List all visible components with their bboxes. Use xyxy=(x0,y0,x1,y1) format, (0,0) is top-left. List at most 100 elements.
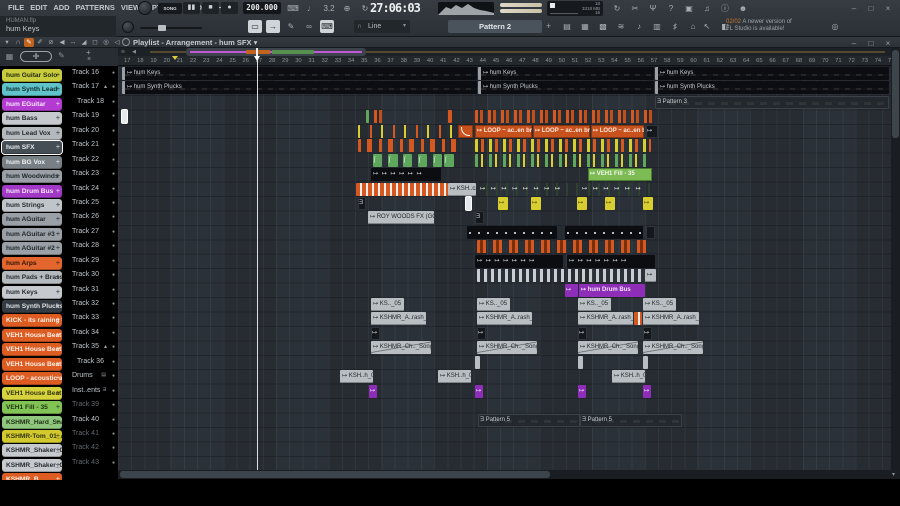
track-header[interactable]: Track 23 ● xyxy=(64,167,118,181)
shuffle-knob[interactable] xyxy=(138,1,152,15)
tempo-tap-icon[interactable]: ♪ xyxy=(632,20,646,33)
drag-handle-icon[interactable]: + xyxy=(56,69,60,82)
hscroll-thumb[interactable] xyxy=(120,471,550,478)
track-mute-led[interactable]: ● xyxy=(112,229,115,235)
clip[interactable] xyxy=(458,124,473,138)
menu-edit[interactable]: EDIT xyxy=(30,3,47,12)
track-mute-led[interactable]: ● xyxy=(112,171,115,177)
save-icon[interactable]: ▣ xyxy=(682,2,696,15)
midi-icon[interactable]: ♫ xyxy=(700,2,714,15)
clip[interactable]: ↦ xyxy=(565,283,578,297)
track-mute-led[interactable]: ● xyxy=(112,460,115,466)
help-icon[interactable]: ? xyxy=(664,2,678,15)
clip[interactable]: ʃ xyxy=(388,153,398,167)
play-button[interactable]: ▮▮ xyxy=(183,2,200,14)
picker-item[interactable]: hum Guitar Solo + xyxy=(2,69,62,82)
drag-handle-icon[interactable]: + xyxy=(56,358,60,371)
clip[interactable]: ↦ VEH1 Fill - 35 xyxy=(588,168,652,182)
picker-item[interactable]: hum Woodwinds + xyxy=(2,170,62,184)
drag-handle-icon[interactable]: + xyxy=(56,416,60,429)
drag-handle-icon[interactable]: + xyxy=(56,213,60,226)
clip[interactable]: ↦ xyxy=(369,384,377,398)
home-icon[interactable]: ⌂ xyxy=(686,20,700,33)
clip[interactable] xyxy=(477,240,652,254)
track-header[interactable]: Track 36 ● xyxy=(64,355,118,369)
typing-piano-icon[interactable]: ⌨ xyxy=(320,20,334,33)
mute-tool-icon[interactable]: ◀ xyxy=(57,38,67,47)
clip[interactable]: ↦ hum Synth Plucks xyxy=(122,81,477,95)
picker-item[interactable]: hum AGuitar + xyxy=(2,213,62,227)
clip[interactable]: ↦ KSHMR_A..rash_09 xyxy=(578,312,633,326)
drag-handle-icon[interactable]: + xyxy=(56,314,60,327)
gesture-icon[interactable]: ↖ xyxy=(700,20,714,33)
track-mute-led[interactable]: ● xyxy=(112,402,115,408)
track-mute-led[interactable]: ● xyxy=(112,214,115,220)
picker-item[interactable]: hum Strings + xyxy=(2,198,62,212)
picker-item[interactable]: VEH1 House Beat - 2..+ xyxy=(2,357,62,371)
clip[interactable]: ↦ xyxy=(645,269,656,283)
playlist-icon[interactable]: ▩ xyxy=(596,20,610,33)
playlist-window-close-icon[interactable]: × xyxy=(882,39,894,48)
menu-file[interactable]: FILE xyxy=(8,3,24,12)
clip[interactable] xyxy=(358,139,462,153)
track-mute-led[interactable]: ● xyxy=(112,157,115,163)
clip[interactable]: ʃ xyxy=(403,153,412,167)
track-mute-led[interactable]: ● xyxy=(112,84,115,90)
drag-handle-icon[interactable]: + xyxy=(56,141,60,154)
clip[interactable]: ↦ KSHMR_Ch.._Song_02 xyxy=(477,341,537,355)
track-mute-led[interactable]: ● xyxy=(112,359,115,365)
drag-handle-icon[interactable]: + xyxy=(56,459,60,472)
playlist-window-maximize-icon[interactable]: □ xyxy=(865,39,877,48)
picker-item[interactable]: hum AGuitar #2 + xyxy=(2,242,62,256)
countin-icon[interactable]: 3.2 xyxy=(322,2,336,15)
picker-filter-button[interactable]: ✛ xyxy=(20,51,52,62)
playlist-title[interactable]: Playlist - Arrangement - hum SFX ▾ xyxy=(122,38,257,47)
clip[interactable] xyxy=(475,139,651,153)
picker-item[interactable]: KICK - its raining tons+ xyxy=(2,314,62,328)
drag-handle-icon[interactable]: + xyxy=(56,271,60,284)
stop-button[interactable]: ■ xyxy=(202,2,219,14)
timeline-ruler[interactable]: 17 18 19 20 21 22 23 24 25 26 27 28 29 30 31 32 33 34 35 36… xyxy=(118,56,891,66)
clip[interactable]: ↦ KSHMR_A..rash_09 xyxy=(371,312,426,326)
window-minimize-icon[interactable]: – xyxy=(848,4,860,13)
clip[interactable]: ↦ xyxy=(646,124,658,138)
clip[interactable]: ʃ xyxy=(418,153,427,167)
track-header[interactable]: Drums ▤ ● xyxy=(64,369,118,383)
sync-icon[interactable]: ↻ xyxy=(610,2,624,15)
preview-tool-icon[interactable]: ◁ xyxy=(112,38,122,47)
drag-handle-icon[interactable]: + xyxy=(56,473,60,480)
clip[interactable] xyxy=(646,225,655,239)
clip[interactable] xyxy=(565,225,643,239)
picker-item[interactable]: KSHMR_Shaker_01_B+ xyxy=(2,458,62,472)
clip[interactable] xyxy=(374,110,386,124)
clip[interactable]: ʃ xyxy=(444,153,454,167)
clip[interactable]: ↦ hum Synth Plucks xyxy=(478,81,654,95)
clip[interactable] xyxy=(356,182,448,196)
clip[interactable] xyxy=(643,355,648,369)
menu-add[interactable]: ADD xyxy=(53,3,69,12)
clip[interactable]: ↦ xyxy=(498,196,508,210)
clip[interactable]: ↦ KSHMR_A..rash_09 xyxy=(477,312,532,326)
user-icon[interactable]: ☻ xyxy=(736,2,750,15)
clip[interactable]: ↦ hum Keys xyxy=(122,67,477,80)
track-header[interactable]: Track 29 ● xyxy=(64,254,118,268)
playlist-options-icon[interactable]: ▾ xyxy=(2,38,12,47)
picker-item[interactable]: KSHMR_B.. + xyxy=(2,473,62,480)
drag-handle-icon[interactable]: + xyxy=(56,199,60,212)
collapse-group-icon[interactable]: ▴ xyxy=(104,343,107,350)
picker-item[interactable]: hum Keys + xyxy=(2,285,62,299)
scroll-left-icon[interactable]: ◀ xyxy=(129,48,139,56)
clip[interactable]: ʃ xyxy=(373,153,382,167)
pattern-selector[interactable]: Pattern 2 xyxy=(448,20,542,33)
clip[interactable]: ↦ KSHMR_Ch.._Song_02 xyxy=(371,341,431,355)
track-header[interactable]: Track 35 ▴ ● xyxy=(64,340,118,354)
picker-item[interactable]: hum AGuitar #3 + xyxy=(2,227,62,241)
track-mute-led[interactable]: ● xyxy=(112,186,115,192)
track-header[interactable]: Track 22 ● xyxy=(64,153,118,167)
picker-item[interactable]: KSHMR-Tom_01_A#+ xyxy=(2,429,62,443)
clip[interactable]: ↦ xyxy=(643,196,653,210)
drag-handle-icon[interactable]: + xyxy=(56,430,60,443)
clip[interactable]: ↦ KS.._05 xyxy=(578,298,611,312)
plugin-picker-icon[interactable]: ♯ xyxy=(668,20,682,33)
clip[interactable]: ↦ KSHMR_Ch.._Song_02 xyxy=(578,341,638,355)
